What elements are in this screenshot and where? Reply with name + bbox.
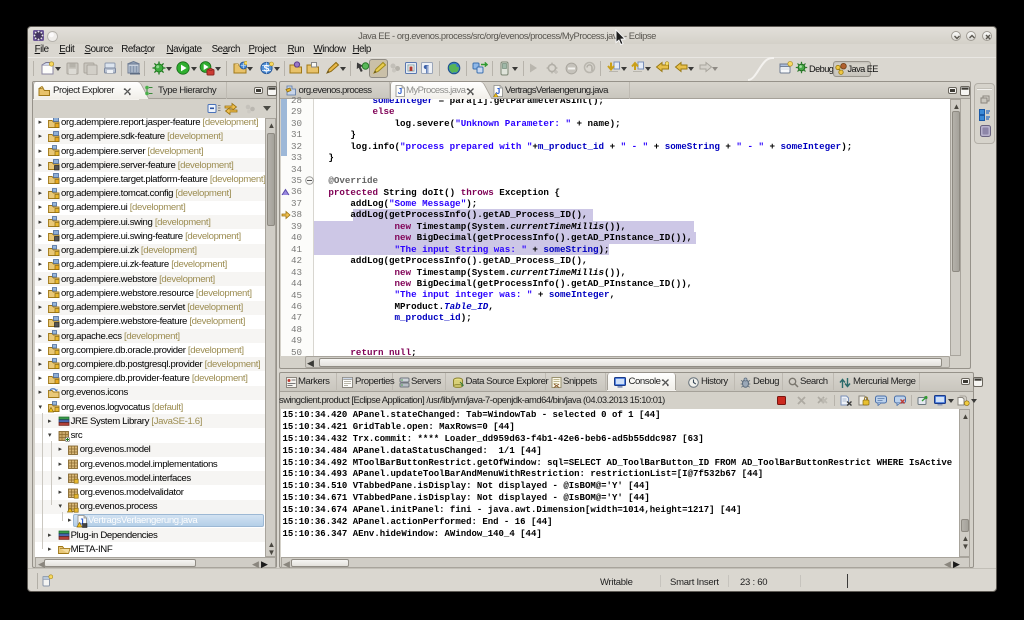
svg-text:¶: ¶ <box>423 63 429 75</box>
svg-text:S: S <box>264 63 270 73</box>
svg-text:J: J <box>398 87 402 96</box>
